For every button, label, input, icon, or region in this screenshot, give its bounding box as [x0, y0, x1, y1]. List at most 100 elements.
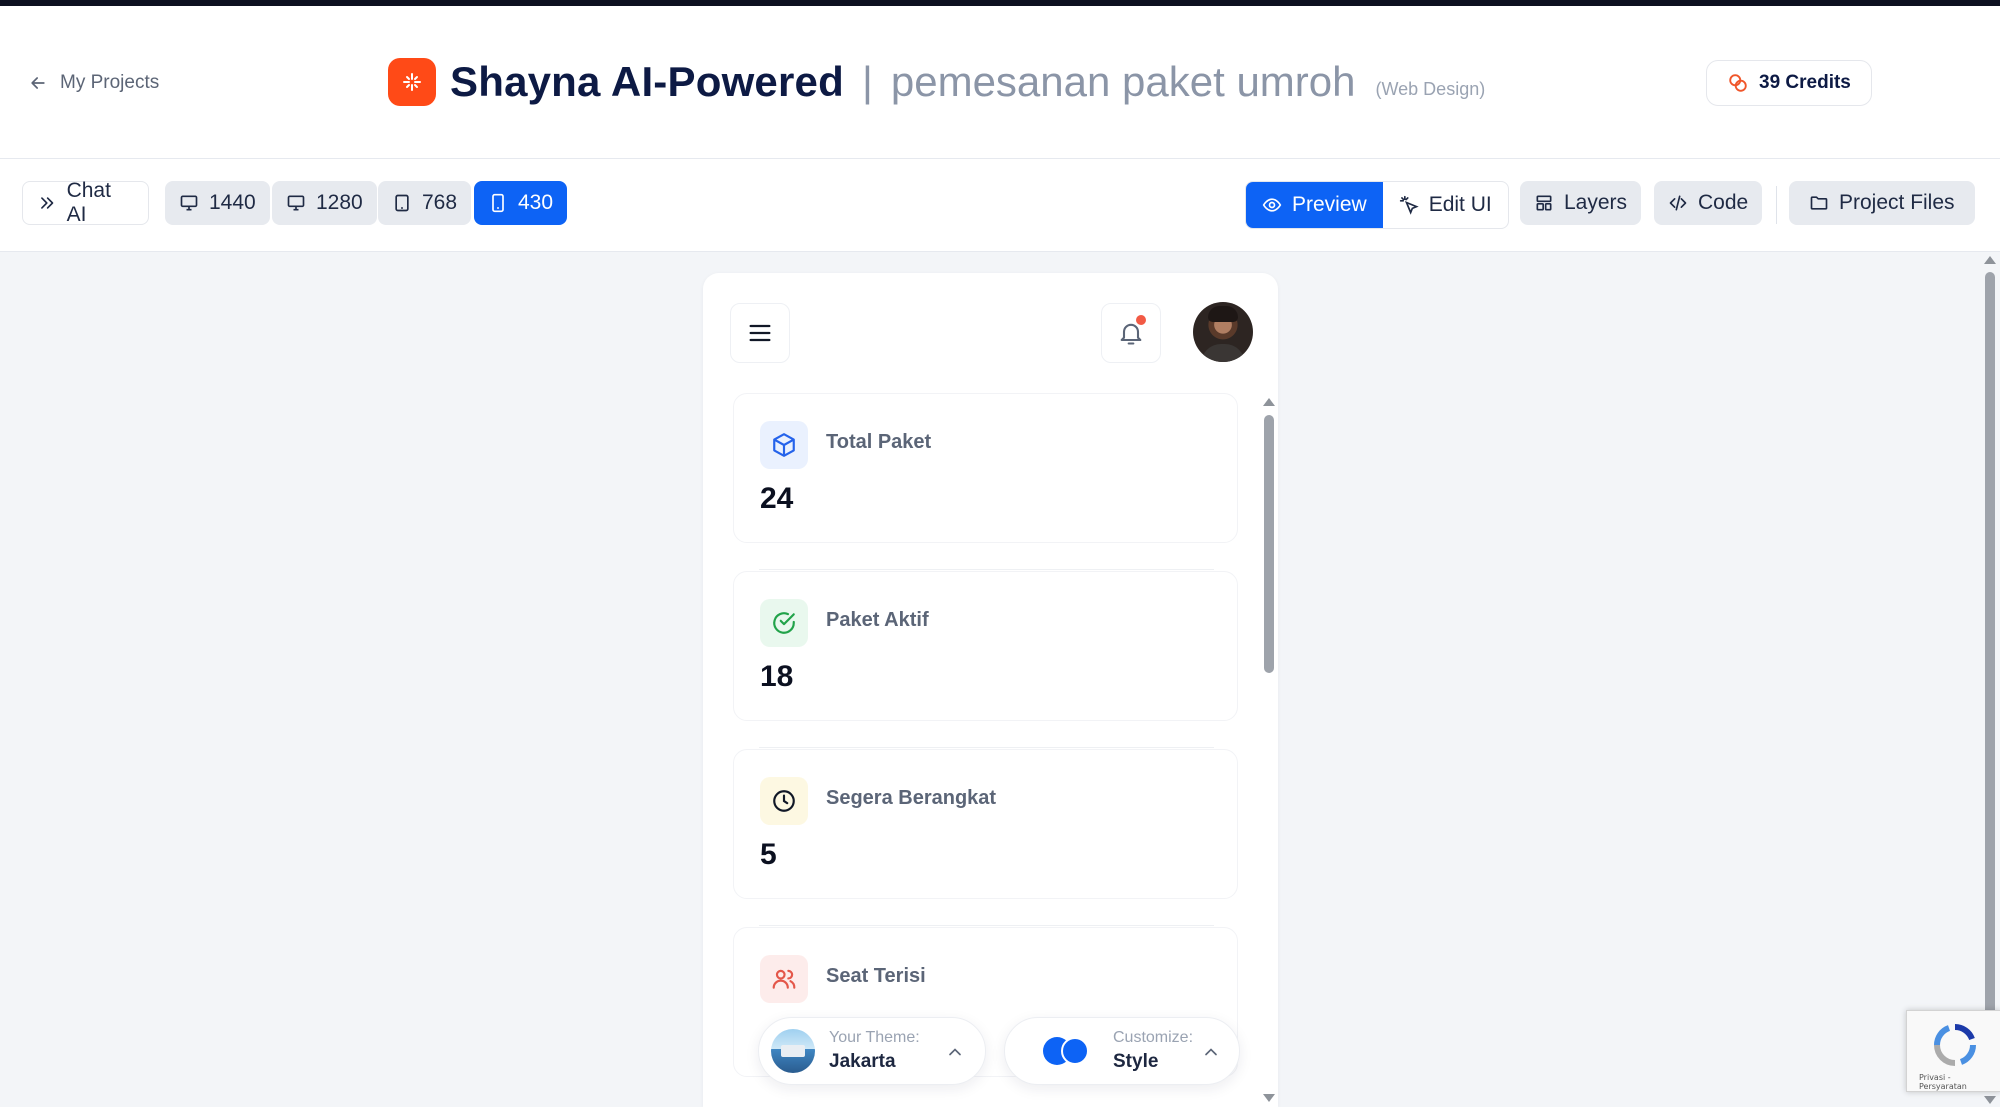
eye-icon [1262, 198, 1282, 212]
credits-label: 39 Credits [1759, 72, 1851, 93]
scroll-down-arrow[interactable] [1263, 1094, 1275, 1102]
divider [759, 569, 1214, 570]
avatar-hair [1208, 306, 1238, 322]
customize-key: Customize: [1113, 1029, 1194, 1046]
stat-value: 5 [760, 838, 777, 871]
credits-button[interactable]: 39 Credits [1706, 60, 1872, 106]
title-subtitle: pemesanan paket umroh [890, 58, 1356, 105]
customize-value: Style [1113, 1051, 1159, 1072]
menu-icon [749, 324, 771, 342]
preview-scrollbar[interactable] [1263, 395, 1275, 1107]
stat-card-total-paket: Total Paket 24 [733, 393, 1238, 543]
stat-icon-box [760, 599, 808, 647]
users-icon [772, 969, 796, 989]
style-toggle-icon [1043, 1035, 1091, 1067]
preview-button[interactable]: Preview [1246, 182, 1383, 228]
folder-icon [1810, 196, 1828, 210]
stat-label: Seat Terisi [826, 965, 926, 987]
recaptcha-badge[interactable]: Privasi - Persyaratan [1906, 1010, 2000, 1092]
monitor-icon [180, 195, 198, 211]
page-scroll-thumb[interactable] [1985, 272, 1995, 1090]
chat-ai-button[interactable]: Chat AI [22, 179, 149, 226]
page-scroll-down-arrow[interactable] [1984, 1096, 1996, 1104]
divider [759, 747, 1214, 748]
project-files-label: Project Files [1839, 191, 1955, 214]
hamburger-menu-button[interactable] [730, 303, 790, 363]
arrow-left-icon [31, 77, 45, 89]
code-icon [1669, 195, 1687, 211]
toolbar-divider [1776, 186, 1777, 224]
project-files-button[interactable]: Project Files [1789, 181, 1975, 225]
customize-selector[interactable]: Customize: Style [1004, 1017, 1240, 1085]
page-scroll-up-arrow[interactable] [1984, 256, 1996, 264]
cursor-click-icon [1399, 195, 1419, 215]
package-icon [773, 433, 795, 457]
viewport-430-button[interactable]: 430 [474, 181, 568, 225]
viewport-1280-button[interactable]: 1280 [272, 181, 377, 225]
theme-thumbnail [771, 1029, 815, 1073]
monitor-icon [287, 195, 305, 211]
project-title: Shayna AI-Powered | pemesanan paket umro… [388, 58, 1485, 106]
code-button[interactable]: Code [1654, 181, 1763, 225]
title-main: Shayna AI-Powered [450, 58, 844, 105]
layers-button[interactable]: Layers [1520, 181, 1642, 225]
code-label: Code [1698, 191, 1749, 214]
sparkle-icon [403, 73, 421, 91]
divider [759, 925, 1214, 926]
stat-icon-box [760, 955, 808, 1003]
customize-text: Customize: Style [1113, 1029, 1193, 1073]
viewport-430-label: 430 [518, 191, 554, 214]
chevron-up-icon [949, 1048, 961, 1056]
viewport-768-label: 768 [422, 191, 458, 214]
preview-scroll-thumb[interactable] [1264, 415, 1274, 673]
viewport-1280-label: 1280 [316, 191, 363, 214]
notification-dot [1136, 315, 1146, 325]
edit-ui-label: Edit UI [1428, 193, 1492, 216]
edit-ui-button[interactable]: Edit UI [1383, 182, 1508, 228]
recaptcha-icon [1933, 1023, 1977, 1066]
viewport-768-button[interactable]: 768 [378, 181, 472, 225]
preview-label: Preview [1292, 193, 1367, 216]
stat-label: Segera Berangkat [826, 787, 997, 809]
back-label: My Projects [60, 72, 160, 93]
toolbar: Chat AI 1440 1280 768 430 Preview Edit U… [0, 159, 2000, 252]
app-header: My Projects Shayna AI-Powered | pemesana… [0, 6, 2000, 159]
stat-icon-box [760, 421, 808, 469]
tablet-icon [395, 194, 409, 212]
theme-selector[interactable]: Your Theme: Jakarta [758, 1017, 986, 1085]
notifications-button[interactable] [1101, 303, 1161, 363]
toggle-dot [1061, 1037, 1089, 1065]
stat-label: Paket Aktif [826, 609, 929, 631]
theme-value: Jakarta [829, 1051, 896, 1072]
chat-ai-label: Chat AI [66, 179, 111, 226]
viewport-1440-label: 1440 [209, 191, 256, 214]
viewport-1440-button[interactable]: 1440 [165, 181, 270, 225]
title-separator: | [861, 58, 873, 105]
preview-edit-toggle: Preview Edit UI [1245, 181, 1509, 229]
stat-value: 18 [760, 660, 794, 693]
stat-label: Total Paket [826, 431, 932, 453]
recaptcha-text: Privasi - Persyaratan [1919, 1073, 1967, 1091]
stats-list: Total Paket 24 Paket Aktif 18 Segera Ber… [733, 393, 1238, 1107]
stat-card-segera-berangkat: Segera Berangkat 5 [733, 749, 1238, 899]
scroll-up-arrow[interactable] [1263, 398, 1275, 406]
brand-logo [388, 58, 436, 106]
stat-card-paket-aktif: Paket Aktif 18 [733, 571, 1238, 721]
project-type: (Web Design) [1375, 78, 1486, 99]
smartphone-icon [492, 193, 504, 213]
chevrons-right-icon [41, 197, 54, 209]
page-scrollbar[interactable] [1983, 254, 1997, 1107]
clock-icon [773, 790, 795, 812]
check-circle-icon [773, 612, 795, 634]
preview-frame: Total Paket 24 Paket Aktif 18 Segera Ber… [703, 273, 1278, 1107]
stat-icon-box [760, 777, 808, 825]
back-to-projects-link[interactable]: My Projects [28, 72, 159, 94]
avatar-body [1201, 344, 1245, 362]
layers-label: Layers [1564, 191, 1628, 214]
avatar[interactable] [1193, 302, 1253, 362]
stat-value: 24 [760, 482, 794, 515]
coins-icon [1729, 74, 1747, 92]
theme-key: Your Theme: [829, 1029, 920, 1046]
layout-icon [1536, 195, 1552, 211]
chevron-up-icon [1205, 1048, 1217, 1056]
